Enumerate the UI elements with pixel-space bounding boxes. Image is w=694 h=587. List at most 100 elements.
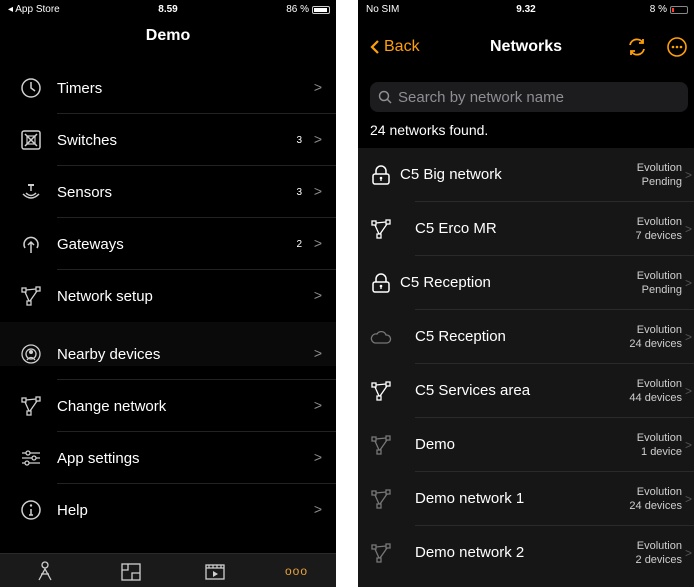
chevron-right-icon: > — [684, 438, 692, 452]
status-right: 86 % — [286, 4, 330, 15]
battery-icon — [312, 5, 330, 14]
results-count: 24 networks found. — [370, 122, 489, 138]
menu-item-sensors[interactable]: Sensors 3 > — [0, 166, 336, 218]
chevron-right-icon: > — [684, 168, 692, 182]
network-icon — [371, 219, 391, 239]
network-name: C5 Erco MR — [415, 220, 497, 237]
network-status: 2 devices — [635, 554, 682, 566]
menu-item-label: Gateways — [57, 235, 124, 253]
network-row[interactable]: C5 Reception Evolution Pending > — [358, 256, 694, 310]
network-type: Evolution — [636, 378, 682, 390]
menu-item-network-setup[interactable]: Network setup > — [0, 270, 336, 322]
network-dim-icon — [371, 489, 391, 509]
network-status: 44 devices — [629, 392, 682, 404]
menu-item-gateways[interactable]: Gateways 2 > — [0, 218, 336, 270]
status-time: 9.32 — [516, 4, 536, 15]
status-right: 8 % — [650, 4, 688, 15]
menu-item-count: 3 — [296, 186, 302, 198]
network-icon — [371, 381, 391, 401]
menu-item-label: Network setup — [57, 287, 153, 305]
network-status: Pending — [641, 284, 682, 296]
network-type: Evolution — [636, 540, 682, 552]
network-list: C5 Big network Evolution Pending > C5 Er… — [358, 148, 694, 587]
chevron-right-icon: > — [684, 492, 692, 506]
menu-item-switches[interactable]: Switches 3 > — [0, 114, 336, 166]
network-row[interactable]: C5 Big network Evolution Pending > — [358, 148, 694, 202]
network-name: C5 Services area — [415, 382, 531, 399]
network-row[interactable]: Demo network 1 Evolution 24 devices > — [358, 472, 694, 526]
search-placeholder: Search by network name — [398, 88, 564, 106]
scene-icon[interactable] — [204, 560, 226, 582]
left-screen: ◂ App Store 8.59 86 % Demo Timers > Swit… — [0, 0, 336, 587]
network-status: Pending — [641, 176, 682, 188]
battery-icon — [670, 5, 688, 14]
network-row[interactable]: C5 Erco MR Evolution 7 devices > — [358, 202, 694, 256]
search-icon — [378, 90, 392, 104]
info-icon — [21, 500, 41, 520]
network-status: 24 devices — [629, 500, 682, 512]
network-icon — [21, 286, 41, 306]
nearby-icon — [21, 344, 41, 364]
search-input[interactable]: Search by network name — [370, 82, 688, 112]
network-status: 7 devices — [635, 230, 682, 242]
network-type: Evolution — [636, 216, 682, 228]
network-name: Demo network 1 — [415, 490, 525, 507]
chevron-right-icon: > — [684, 222, 692, 236]
menu-item-nearby-devices[interactable]: Nearby devices > — [0, 328, 336, 380]
chevron-right-icon: > — [313, 345, 322, 361]
chevron-right-icon: > — [313, 131, 322, 147]
lock-icon — [372, 165, 390, 185]
menu-item-app-settings[interactable]: App settings > — [0, 432, 336, 484]
chevron-right-icon: > — [313, 183, 322, 199]
chevron-right-icon: > — [313, 449, 322, 465]
network-type: Evolution — [636, 324, 682, 336]
network-type: Evolution — [636, 162, 682, 174]
more-options-icon[interactable] — [666, 36, 688, 58]
network-row[interactable]: Demo network 2 Evolution 2 devices > — [358, 526, 694, 580]
network-icon — [21, 396, 41, 416]
switch-icon — [21, 130, 41, 150]
network-name: Demo — [415, 436, 456, 453]
page-title: Demo — [145, 27, 191, 44]
refresh-icon[interactable] — [626, 36, 648, 58]
right-screen: No SIM 9.32 8 % Back Networks Search by … — [358, 0, 694, 587]
network-name: C5 Big network — [400, 166, 502, 183]
network-type: Evolution — [636, 432, 682, 444]
chevron-right-icon: > — [684, 384, 692, 398]
status-bar: ◂ App Store 8.59 86 % — [0, 0, 336, 18]
network-row[interactable]: C5 Services area Evolution 44 devices > — [358, 364, 694, 418]
chevron-right-icon: > — [684, 276, 692, 290]
network-row[interactable]: Demo Evolution 1 device > — [358, 418, 694, 472]
network-type: Evolution — [636, 270, 682, 282]
menu-item-help[interactable]: Help > — [0, 484, 336, 536]
network-row[interactable]: C5 Reception Evolution 24 devices > — [358, 310, 694, 364]
menu-item-change-network[interactable]: Change network > — [0, 380, 336, 432]
chevron-right-icon: > — [313, 397, 322, 413]
chevron-right-icon: > — [313, 501, 322, 517]
menu-item-timers[interactable]: Timers > — [0, 62, 336, 114]
sensor-icon — [22, 184, 40, 199]
clock-icon — [21, 78, 41, 98]
menu-item-label: Timers — [57, 79, 103, 97]
menu-item-label: Change network — [57, 397, 167, 415]
gateway-icon — [23, 236, 39, 253]
menu-item-label: App settings — [57, 449, 140, 467]
more-icon[interactable]: ooo — [285, 564, 315, 586]
tab-bar: ooo — [0, 553, 336, 587]
cloud-icon — [370, 330, 392, 344]
menu-item-count: 3 — [296, 134, 302, 146]
network-type: Evolution — [636, 486, 682, 498]
chevron-right-icon: > — [313, 79, 322, 95]
network-dim-icon — [371, 435, 391, 455]
network-name: C5 Reception — [415, 328, 506, 345]
person-icon[interactable] — [34, 560, 56, 582]
floorplan-icon[interactable] — [120, 560, 142, 582]
menu-item-label: Sensors — [57, 183, 113, 201]
chevron-right-icon: > — [684, 546, 692, 560]
menu-item-count: 2 — [296, 238, 302, 250]
menu-item-label: Nearby devices — [57, 345, 161, 363]
network-status: 24 devices — [629, 338, 682, 350]
network-status: 1 device — [641, 446, 682, 458]
network-name: Demo network 2 — [415, 544, 525, 561]
lock-icon — [372, 273, 390, 293]
